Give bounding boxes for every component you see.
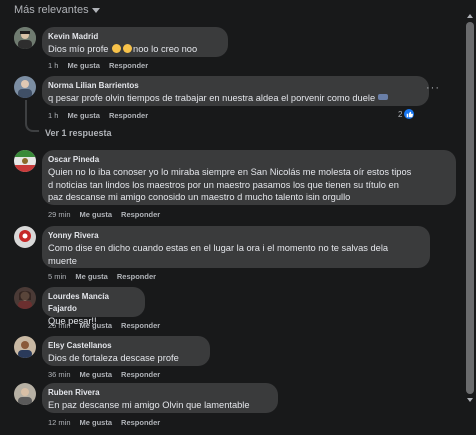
avatar[interactable]	[14, 27, 36, 49]
comment-author[interactable]: Elsy Castellanos	[48, 340, 204, 352]
like-button[interactable]: Me gusta	[80, 418, 113, 427]
comment-author[interactable]: Ruben Rivera	[48, 387, 272, 399]
sort-label: Más relevantes	[14, 4, 89, 16]
avatar[interactable]	[14, 226, 36, 248]
like-button[interactable]: Me gusta	[75, 272, 108, 281]
comment-text: En paz descanse mi amigo Olvin que lamen…	[48, 400, 250, 410]
comment-text: Dios de fortaleza descase profe	[48, 353, 179, 363]
more-options-icon[interactable]: ···	[426, 82, 440, 94]
scrollbar-track[interactable]	[466, 22, 474, 394]
scrollbar-thumb[interactable]	[466, 22, 474, 394]
comment-time[interactable]: 36 min	[48, 370, 71, 379]
reply-button[interactable]: Responder	[109, 61, 148, 70]
comment-bubble: Kevin Madrid Dios mío profe noo lo creo …	[42, 27, 228, 57]
comment-time[interactable]: 5 min	[48, 272, 66, 281]
comment-text-part: noo lo creo noo	[133, 44, 198, 54]
reply-button[interactable]: Responder	[121, 418, 160, 427]
sort-dropdown[interactable]: Más relevantes	[14, 4, 100, 16]
avatar[interactable]	[14, 383, 36, 405]
comment-bubble: Elsy Castellanos Dios de fortaleza desca…	[42, 336, 210, 366]
reaction-count[interactable]: 2	[398, 109, 415, 119]
comment-author[interactable]: Norma Lilian Barrientos	[48, 80, 423, 92]
caret-down-icon	[91, 8, 100, 13]
sad-face-emoji-icon	[112, 44, 122, 53]
avatar[interactable]	[14, 336, 36, 358]
comment-bubble: Lourdes Mancía Fajardo Que pesar!!	[42, 287, 145, 326]
like-button[interactable]: Me gusta	[67, 111, 100, 120]
thread-line	[25, 100, 27, 124]
sad-face-emoji-icon	[123, 44, 133, 53]
comment-actions: 5 min Me gusta Responder	[48, 272, 156, 281]
thumbs-up-icon	[404, 109, 415, 119]
comment-actions: 1 h Me gusta Responder	[48, 61, 148, 70]
comment-time[interactable]: 12 min	[48, 418, 71, 427]
avatar[interactable]	[14, 76, 36, 98]
scroll-down-arrow-icon[interactable]	[467, 398, 473, 402]
like-button[interactable]: Me gusta	[67, 61, 100, 70]
comment-actions: 25 min Me gusta Responder	[48, 321, 160, 330]
reply-button[interactable]: Responder	[121, 370, 160, 379]
comment-text-part: q pesar profe olvin tiempos de trabajar …	[48, 93, 376, 103]
comment-text: Como dise en dicho cuando estas en el lu…	[48, 243, 389, 266]
comment-time[interactable]: 1 h	[48, 111, 58, 120]
reply-button[interactable]: Responder	[117, 272, 156, 281]
comment-time[interactable]: 25 min	[48, 321, 71, 330]
like-button[interactable]: Me gusta	[80, 370, 113, 379]
avatar[interactable]	[14, 287, 36, 309]
like-button[interactable]: Me gusta	[80, 210, 113, 219]
comment-actions: 29 min Me gusta Responder	[48, 210, 160, 219]
avatar[interactable]	[14, 150, 36, 172]
comment-actions: 36 min Me gusta Responder	[48, 370, 160, 379]
comment-text: q pesar profe olvin tiempos de trabajar …	[48, 92, 423, 105]
comment-actions: 12 min Me gusta Responder	[48, 418, 160, 427]
comment-bubble: Oscar Pineda Quien no lo iba conoser yo …	[42, 150, 456, 205]
thread-connector	[25, 124, 39, 132]
comment-text: Quien no lo iba conoser yo lo miraba sie…	[48, 167, 412, 203]
view-replies-link[interactable]: Ver 1 respuesta	[45, 128, 112, 138]
comment-actions: 1 h Me gusta Responder	[48, 111, 148, 120]
reply-button[interactable]: Responder	[109, 111, 148, 120]
reply-button[interactable]: Responder	[121, 321, 160, 330]
comment-text-part: Dios mío profe	[48, 44, 109, 54]
comment-author[interactable]: Lourdes Mancía Fajardo	[48, 291, 139, 315]
comment-author[interactable]: Yonny Rivera	[48, 230, 424, 242]
comment-time[interactable]: 29 min	[48, 210, 71, 219]
sad-emoji-icon	[377, 94, 388, 100]
like-button[interactable]: Me gusta	[80, 321, 113, 330]
comment-text: Dios mío profe noo lo creo noo	[48, 43, 222, 56]
comment-bubble: Yonny Rivera Como dise en dicho cuando e…	[42, 226, 430, 268]
comment-bubble: Norma Lilian Barrientos q pesar profe ol…	[42, 76, 429, 106]
comment-author[interactable]: Oscar Pineda	[48, 154, 450, 166]
reaction-number: 2	[398, 109, 403, 119]
scroll-up-arrow-icon[interactable]	[467, 14, 473, 18]
comment-author[interactable]: Kevin Madrid	[48, 31, 222, 43]
comment-bubble: Ruben Rivera En paz descanse mi amigo Ol…	[42, 383, 278, 413]
reply-button[interactable]: Responder	[121, 210, 160, 219]
comment-time[interactable]: 1 h	[48, 61, 58, 70]
